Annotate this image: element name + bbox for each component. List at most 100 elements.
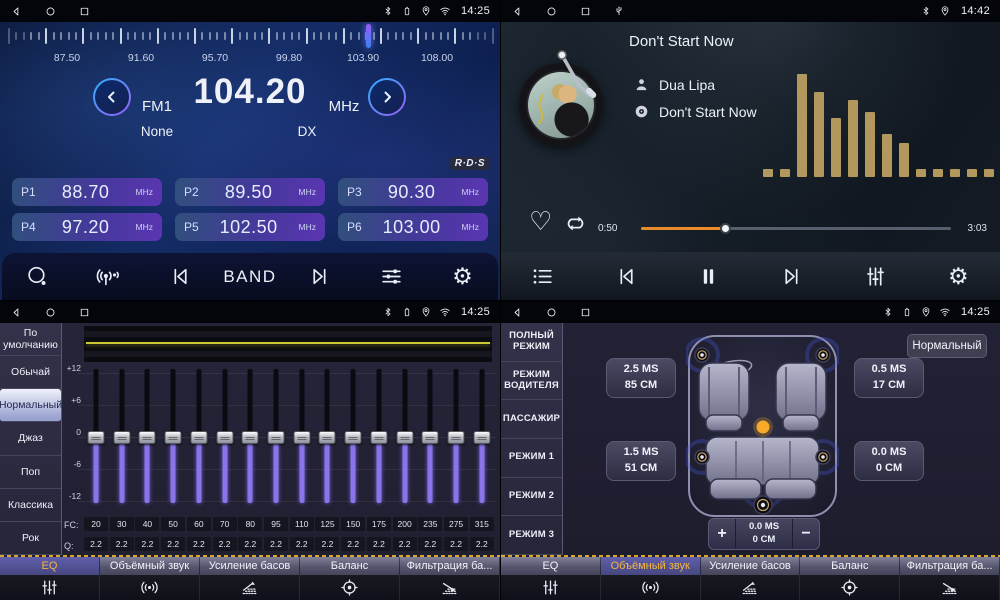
preset-button-p3[interactable]: P390.30MHz: [338, 178, 488, 206]
home-icon[interactable]: [545, 306, 558, 319]
eq-preset-4[interactable]: Поп: [0, 456, 61, 489]
recents-icon[interactable]: [579, 5, 592, 18]
repeat-button[interactable]: [563, 211, 588, 236]
tab-surround-sound[interactable]: Объёмный звук: [100, 557, 200, 575]
tab-surround-sound-icon-cell[interactable]: [601, 575, 701, 600]
audio-settings-button[interactable]: [370, 257, 414, 297]
equalizer-button[interactable]: [853, 257, 897, 297]
back-icon[interactable]: [511, 5, 524, 18]
tab-filter-icon-cell[interactable]: [900, 575, 1000, 600]
eq-slider[interactable]: [393, 363, 417, 511]
slider-thumb[interactable]: [396, 431, 413, 444]
playlist-button[interactable]: [521, 257, 565, 297]
back-icon[interactable]: [511, 306, 524, 319]
recents-icon[interactable]: [579, 306, 592, 319]
slider-thumb[interactable]: [216, 431, 233, 444]
settings-button[interactable]: ⚙: [440, 257, 484, 297]
home-icon[interactable]: [44, 306, 57, 319]
slider-thumb[interactable]: [370, 431, 387, 444]
tab-balance-icon-cell[interactable]: [300, 575, 400, 600]
tab-surround-sound[interactable]: Объёмный звук: [601, 557, 701, 575]
tab-eq-icon-cell[interactable]: [0, 575, 100, 600]
eq-preset-5[interactable]: Классика: [0, 489, 61, 522]
frequency-scale[interactable]: 87.5091.6095.7099.80103.90108.00: [0, 24, 500, 69]
slider-thumb[interactable]: [139, 431, 156, 444]
eq-slider[interactable]: [110, 363, 134, 511]
eq-preset-6[interactable]: Рок: [0, 522, 61, 555]
tab-bass-boost-icon-cell[interactable]: [701, 575, 801, 600]
delay-front-right-button[interactable]: 0.5 MS 17 CM: [854, 358, 924, 398]
recents-icon[interactable]: [78, 306, 91, 319]
eq-slider[interactable]: [213, 363, 237, 511]
eq-slider[interactable]: [290, 363, 314, 511]
tab-eq-icon-cell[interactable]: [501, 575, 601, 600]
settings-button[interactable]: ⚙: [936, 257, 980, 297]
mode-0[interactable]: ПОЛНЫЙ РЕЖИМ: [501, 323, 562, 362]
tab-bass-boost-icon-cell[interactable]: [200, 575, 300, 600]
search-button[interactable]: [15, 257, 59, 297]
eq-preset-0[interactable]: По умолчанию: [0, 323, 61, 356]
favorite-button[interactable]: ♡: [529, 208, 552, 234]
tune-up-button[interactable]: [368, 78, 406, 116]
seek-bar[interactable]: [641, 227, 951, 230]
mode-3[interactable]: РЕЖИМ 1: [501, 439, 562, 478]
mode-4[interactable]: РЕЖИМ 2: [501, 478, 562, 517]
next-track-button[interactable]: [770, 257, 814, 297]
eq-slider[interactable]: [341, 363, 365, 511]
eq-slider[interactable]: [135, 363, 159, 511]
eq-slider[interactable]: [470, 363, 494, 511]
delay-rear-left-button[interactable]: 1.5 MS 51 CM: [606, 441, 676, 481]
slider-thumb[interactable]: [422, 431, 439, 444]
eq-preset-1[interactable]: Обычай: [0, 356, 61, 389]
tab-filter[interactable]: Фильтрация ба...: [900, 557, 1000, 575]
eq-slider[interactable]: [264, 363, 288, 511]
tab-eq[interactable]: EQ: [501, 557, 601, 575]
delay-front-left-button[interactable]: 2.5 MS 85 CM: [606, 358, 676, 398]
tune-down-button[interactable]: [93, 78, 131, 116]
slider-thumb[interactable]: [473, 431, 490, 444]
tab-balance[interactable]: Баланс: [300, 557, 400, 575]
tab-surround-sound-icon-cell[interactable]: [100, 575, 200, 600]
slider-thumb[interactable]: [319, 431, 336, 444]
tab-eq[interactable]: EQ: [0, 557, 100, 575]
preset-button-p4[interactable]: P497.20MHz: [12, 213, 162, 241]
eq-slider[interactable]: [84, 363, 108, 511]
delay-decrease-button[interactable]: −: [793, 519, 819, 549]
tab-bass-boost[interactable]: Усиление басов: [200, 557, 300, 575]
eq-slider[interactable]: [238, 363, 262, 511]
seek-previous-button[interactable]: [157, 257, 201, 297]
tab-filter-icon-cell[interactable]: [400, 575, 500, 600]
slider-thumb[interactable]: [345, 431, 362, 444]
slider-thumb[interactable]: [165, 431, 182, 444]
previous-track-button[interactable]: [604, 257, 648, 297]
seek-next-button[interactable]: [299, 257, 343, 297]
eq-slider[interactable]: [367, 363, 391, 511]
slider-thumb[interactable]: [113, 431, 130, 444]
eq-preset-2[interactable]: Нормальный: [0, 389, 61, 422]
slider-thumb[interactable]: [88, 431, 105, 444]
eq-slider[interactable]: [418, 363, 442, 511]
preset-button-p5[interactable]: P5102.50MHz: [175, 213, 325, 241]
delay-rear-right-button[interactable]: 0.0 MS 0 CM: [854, 441, 924, 481]
preset-button-p1[interactable]: P188.70MHz: [12, 178, 162, 206]
eq-slider[interactable]: [444, 363, 468, 511]
tab-filter[interactable]: Фильтрация ба...: [400, 557, 500, 575]
delay-increase-button[interactable]: +: [709, 519, 735, 549]
recents-icon[interactable]: [78, 5, 91, 18]
back-icon[interactable]: [10, 306, 23, 319]
eq-slider[interactable]: [161, 363, 185, 511]
seek-knob[interactable]: [720, 223, 731, 234]
preset-button-p2[interactable]: P289.50MHz: [175, 178, 325, 206]
slider-thumb[interactable]: [190, 431, 207, 444]
pause-button[interactable]: [687, 257, 731, 297]
slider-thumb[interactable]: [268, 431, 285, 444]
eq-slider[interactable]: [315, 363, 339, 511]
band-button[interactable]: BAND: [228, 257, 272, 297]
mode-2[interactable]: ПАССАЖИР: [501, 400, 562, 439]
slider-thumb[interactable]: [293, 431, 310, 444]
eq-slider[interactable]: [187, 363, 211, 511]
preset-button-p6[interactable]: P6103.00MHz: [338, 213, 488, 241]
home-icon[interactable]: [545, 5, 558, 18]
eq-preset-3[interactable]: Джаз: [0, 422, 61, 455]
mode-5[interactable]: РЕЖИМ 3: [501, 516, 562, 555]
